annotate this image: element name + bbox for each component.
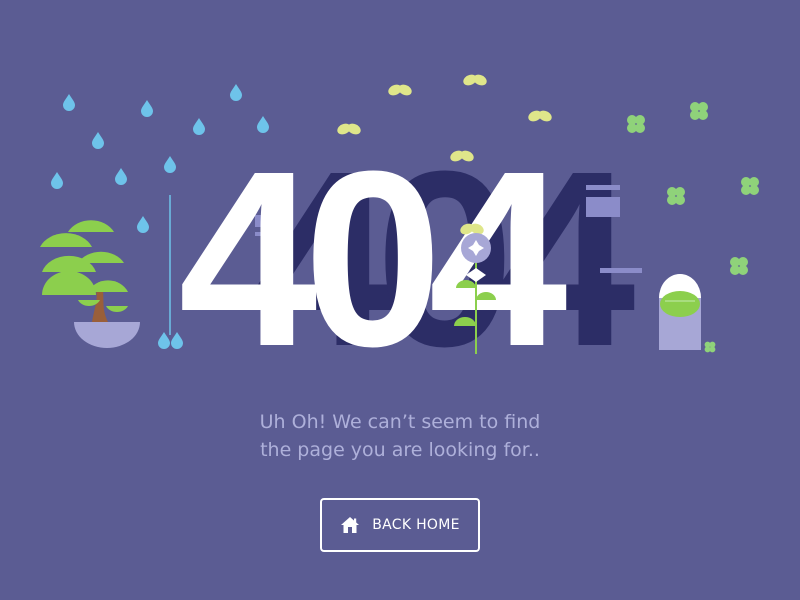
bonsai-pot	[74, 322, 140, 348]
error-message-line-2: the page you are looking for..	[260, 439, 540, 461]
home-icon	[340, 516, 360, 534]
back-home-label: BACK HOME	[372, 517, 460, 533]
raindrop-icon	[51, 172, 63, 189]
raindrop-icon	[230, 84, 242, 101]
error-message-line-1: Uh Oh! We can’t seem to find	[259, 411, 541, 433]
back-home-button[interactable]: BACK HOME	[320, 498, 480, 552]
clover-icon	[741, 177, 759, 195]
raindrop-icon	[141, 100, 153, 117]
bonsai-tree	[40, 220, 140, 348]
clover-icon	[704, 341, 716, 353]
clover-icon	[730, 257, 748, 275]
raindrop-icon	[63, 94, 75, 111]
raindrop-icon	[115, 168, 127, 185]
raindrop-icon	[137, 216, 149, 233]
clover-icon	[667, 187, 685, 205]
butterfly-leaf-icon	[386, 82, 414, 98]
clover-icon	[627, 115, 645, 133]
error-message: Uh Oh! We can’t seem to find the page yo…	[0, 408, 800, 464]
lamp	[659, 274, 701, 350]
raindrop-icon	[92, 132, 104, 149]
butterfly-leaf-icon	[461, 72, 489, 88]
clover-icon	[690, 102, 708, 120]
raindrop-icon	[158, 332, 170, 349]
raindrop-icon	[164, 156, 176, 173]
error-code: 404	[178, 119, 566, 398]
